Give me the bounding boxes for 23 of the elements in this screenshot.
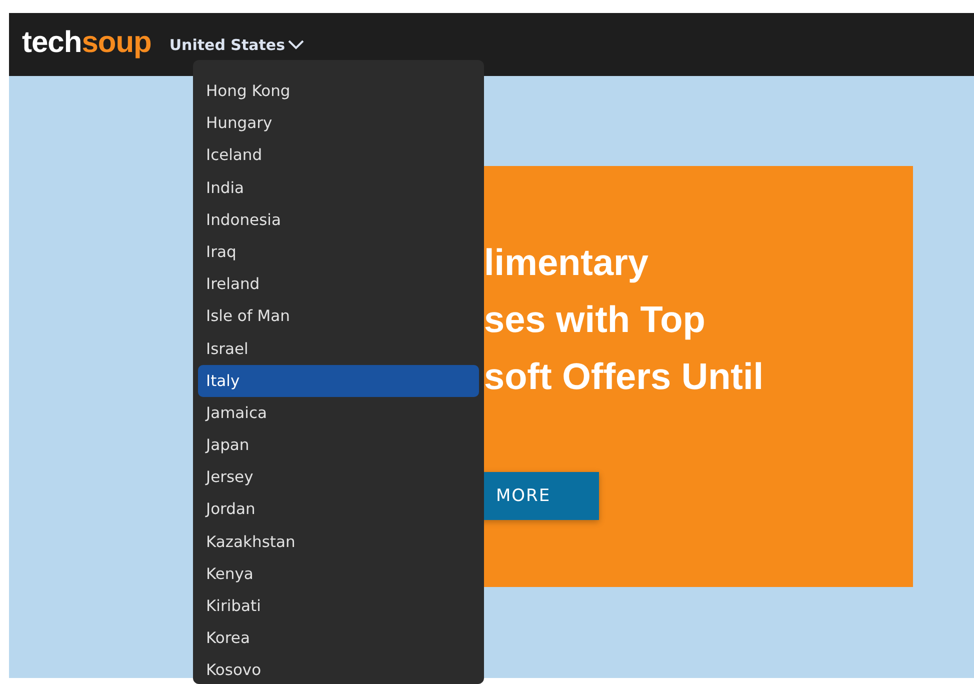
country-option[interactable]: Iraq: [198, 236, 479, 268]
country-option[interactable]: Japan: [198, 429, 479, 462]
country-option[interactable]: Kosovo: [198, 654, 479, 684]
country-option[interactable]: Isle of Man: [198, 300, 479, 332]
country-option[interactable]: India: [198, 172, 479, 204]
logo[interactable]: techsoup: [22, 28, 152, 62]
country-option[interactable]: Hong Kong: [198, 75, 479, 108]
chevron-down-icon: [288, 40, 304, 50]
promo-heading-line: ses with Top: [484, 298, 706, 342]
promo-heading-line: limentary: [484, 241, 649, 285]
country-selector[interactable]: United States: [169, 36, 304, 54]
country-option[interactable]: Kenya: [198, 558, 479, 590]
country-option[interactable]: Israel: [198, 332, 479, 365]
country-option[interactable]: Italy: [198, 364, 479, 397]
country-option[interactable]: Kazakhstan: [198, 526, 479, 558]
country-option[interactable]: Kiribati: [198, 590, 479, 622]
country-option[interactable]: Jamaica: [198, 396, 479, 430]
country-option[interactable]: Iceland: [198, 139, 479, 172]
promo-heading-line: soft Offers Until: [484, 355, 764, 399]
country-option[interactable]: Korea: [198, 622, 479, 654]
country-option[interactable]: Indonesia: [198, 204, 479, 236]
country-option[interactable]: Ireland: [198, 268, 479, 300]
country-option[interactable]: Hungary: [198, 107, 479, 140]
